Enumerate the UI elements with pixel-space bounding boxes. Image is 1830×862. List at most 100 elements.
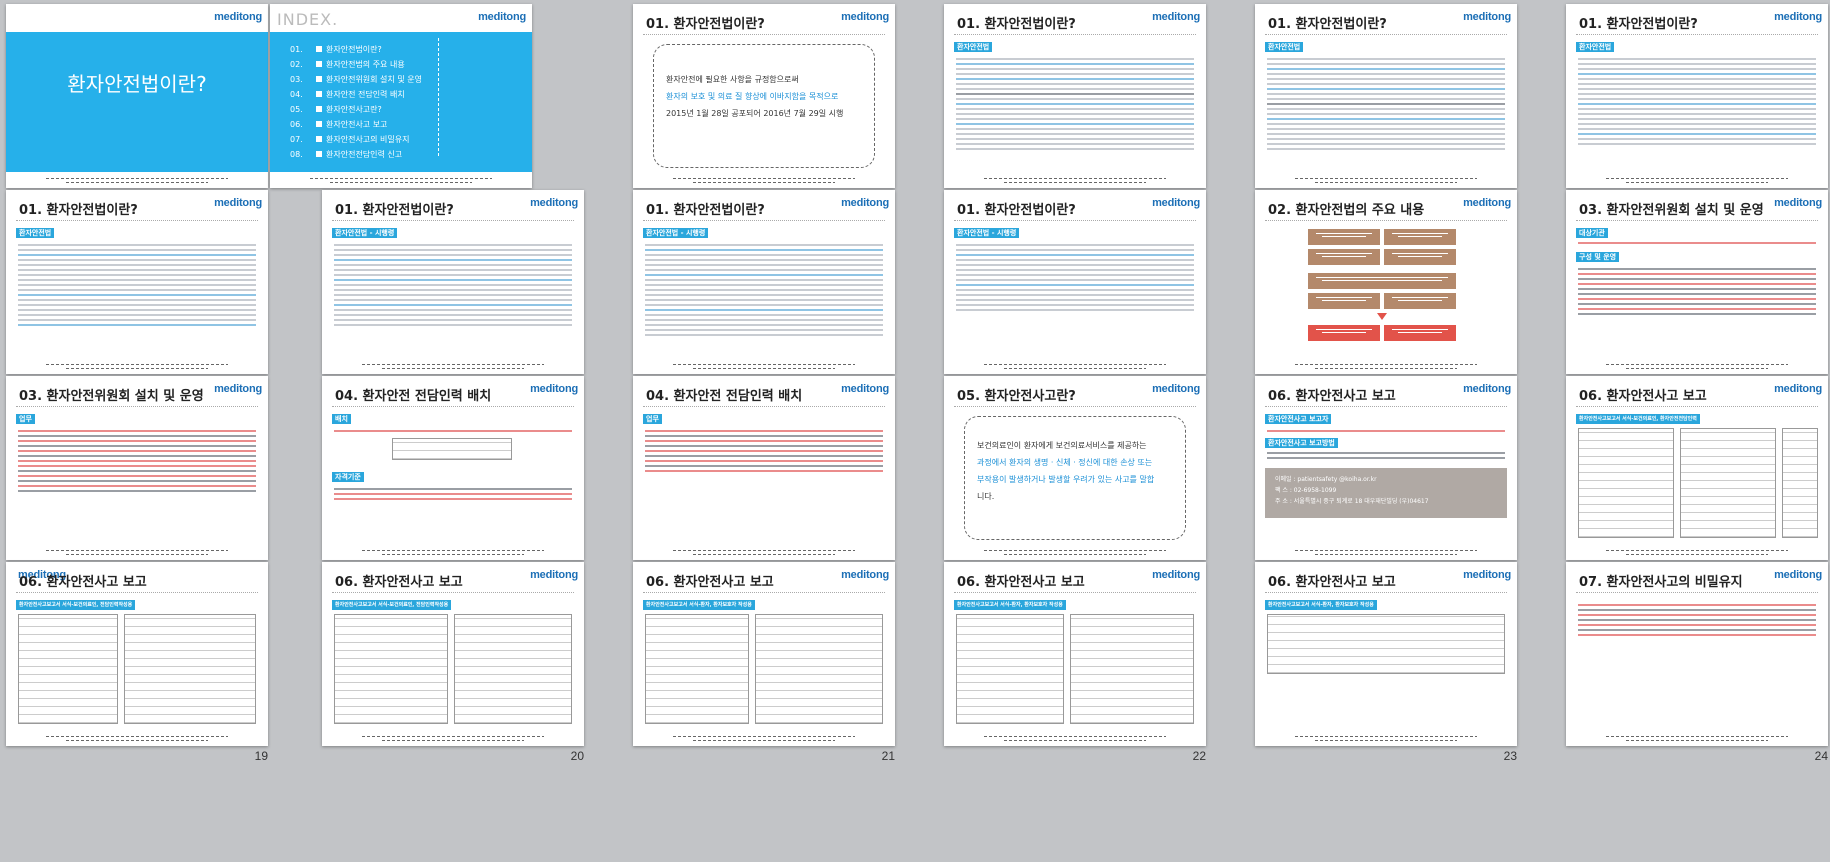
logo: meditong xyxy=(1774,11,1822,23)
index-item: 07. 환자안전사고의 비밀유지 xyxy=(290,135,410,144)
slide-title: 03. 환자안전위원회 설치 및 운영 xyxy=(1579,203,1764,218)
slide-number: 24 xyxy=(1814,749,1828,763)
section-tag: 환자안전사고 보고방법 xyxy=(1265,438,1338,448)
contact-email: 이메일 : patientsafety @koiha.or.kr xyxy=(1275,476,1377,483)
slide-thumbnail-10[interactable]: 01. 환자안전법이란? meditong 환자안전법 - 시행령 10 xyxy=(938,186,1206,392)
index-item: 02. 환자안전법의 주요 내용 xyxy=(290,60,405,69)
slide-title: 01. 환자안전법이란? xyxy=(957,203,1076,218)
logo: meditong xyxy=(1152,569,1200,581)
index-item: 06. 환자안전사고 보고 xyxy=(290,120,388,129)
index-item: 03. 환자안전위원회 설치 및 운영 xyxy=(290,75,422,84)
logo: meditong xyxy=(841,569,889,581)
logo: meditong xyxy=(1152,383,1200,395)
slide-title: 01. 환자안전법이란? xyxy=(957,17,1076,32)
section-tag: 환자안전법 - 시행령 xyxy=(332,228,398,238)
index-item: 04. 환자안전 전담인력 배치 xyxy=(290,90,405,99)
slide-title: 06. 환자안전사고 보고 xyxy=(1579,389,1707,404)
logo: meditong xyxy=(1463,383,1511,395)
logo: meditong xyxy=(530,197,578,209)
index-heading: INDEX. xyxy=(277,10,339,29)
section-tag: 환자안전사고보고서 서식-보건의료인, 환자안전전담인력 xyxy=(1576,414,1700,424)
contact-fax: 팩 스 : 02-6958-1099 xyxy=(1275,487,1337,494)
slide-body: 환자안전에 필요한 사항을 규정함으로써 환자의 보호 및 의료 질 향상에 이… xyxy=(666,75,844,118)
slide-title: 06. 환자안전사고 보고 xyxy=(19,575,147,590)
contact-box: 이메일 : patientsafety @koiha.or.kr 팩 스 : 0… xyxy=(1265,468,1507,518)
logo: meditong xyxy=(1774,197,1822,209)
slide-thumbnail-3[interactable]: 01. 환자안전법이란? meditong 환자안전에 필요한 사항을 규정함으… xyxy=(627,0,895,206)
logo: meditong xyxy=(1152,11,1200,23)
slide-title: 06. 환자안전사고 보고 xyxy=(1268,575,1396,590)
slide-thumbnail-18[interactable]: 06. 환자안전사고 보고 meditong 환자안전사고보고서 서식-보건의료… xyxy=(1560,372,1828,578)
section-tag: 업무 xyxy=(643,414,662,424)
section-tag: 환자안전사고보고서 서식-보건의료인, 전담인력작성용 xyxy=(16,600,136,610)
slide-thumbnail-23[interactable]: 06. 환자안전사고 보고 meditong 환자안전사고보고서 서식-환자, … xyxy=(1249,558,1517,764)
slide-thumbnail-21[interactable]: 06. 환자안전사고 보고 meditong 환자안전사고보고서 서식-환자, … xyxy=(627,558,895,764)
slide-number: 23 xyxy=(1503,749,1517,763)
section-tag: 환자안전법 - 시행령 xyxy=(643,228,709,238)
slide-thumbnail-13[interactable]: 03. 환자안전위원회 설치 및 운영 meditong 업무 13 xyxy=(0,372,268,578)
slide-title: 환자안전법이란? xyxy=(67,72,207,96)
section-tag: 환자안전법 xyxy=(954,42,993,52)
slide-thumbnail-16[interactable]: 05. 환자안전사고란? meditong 보건의료인이 환자에게 보건의료서비… xyxy=(938,372,1206,578)
section-tag: 대상기관 xyxy=(1576,228,1608,238)
logo: meditong xyxy=(214,11,262,23)
slide-title: 03. 환자안전위원회 설치 및 운영 xyxy=(19,389,204,404)
slide-title: 04. 환자안전 전담인력 배치 xyxy=(335,389,492,404)
logo: meditong xyxy=(530,569,578,581)
section-tag: 배치 xyxy=(332,414,351,424)
section-tag: 환자안전사고보고서 서식-환자, 환자보호자 작성용 xyxy=(643,600,755,610)
section-tag: 구성 및 운영 xyxy=(1576,252,1620,262)
slide-title: 07. 환자안전사고의 비밀유지 xyxy=(1579,575,1743,590)
logo: meditong xyxy=(1774,383,1822,395)
slide-thumbnail-15[interactable]: 04. 환자안전 전담인력 배치 meditong 업무 15 xyxy=(627,372,895,578)
section-tag: 환자안전법 xyxy=(1265,42,1304,52)
slide-thumbnail-1[interactable]: meditong 환자안전법이란? 1 xyxy=(0,0,268,206)
slide-title: 01. 환자안전법이란? xyxy=(1579,17,1698,32)
section-tag: 환자안전법 - 시행령 xyxy=(954,228,1020,238)
slide-thumbnail-6[interactable]: 01. 환자안전법이란? meditong 환자안전법 6 xyxy=(1560,0,1828,206)
logo: meditong xyxy=(1463,569,1511,581)
logo: meditong xyxy=(1774,569,1822,581)
slide-title: 06. 환자안전사고 보고 xyxy=(335,575,463,590)
contact-address: 주 소 : 서울특별시 중구 퇴계로 18 대우재단빌딩 (우)04617 xyxy=(1275,498,1429,505)
slide-thumbnail-7[interactable]: 01. 환자안전법이란? meditong 환자안전법 7 xyxy=(0,186,268,392)
logo: meditong xyxy=(478,11,526,23)
index-item: 05. 환자안전사고란? xyxy=(290,105,382,114)
slide-title: 01. 환자안전법이란? xyxy=(1268,17,1387,32)
slide-thumbnail-20[interactable]: 06. 환자안전사고 보고 meditong 환자안전사고보고서 서식-보건의료… xyxy=(316,558,584,764)
logo: meditong xyxy=(1463,197,1511,209)
slide-thumbnail-11[interactable]: 02. 환자안전법의 주요 내용 meditong 11 xyxy=(1249,186,1517,392)
section-tag: 환자안전사고 보고자 xyxy=(1265,414,1332,424)
slide-title: 01. 환자안전법이란? xyxy=(646,203,765,218)
section-tag: 업무 xyxy=(16,414,35,424)
logo: meditong xyxy=(841,383,889,395)
slide-thumbnail-12[interactable]: 03. 환자안전위원회 설치 및 운영 meditong 대상기관 구성 및 운… xyxy=(1560,186,1828,392)
section-tag: 환자안전법 xyxy=(1576,42,1615,52)
slide-number: 22 xyxy=(1192,749,1206,763)
slide-title: 05. 환자안전사고란? xyxy=(957,389,1076,404)
logo: meditong xyxy=(841,197,889,209)
slide-thumbnail-2[interactable]: INDEX. meditong 01. 환자안전법이란? 02. 환자안전법의 주요… xyxy=(264,0,532,206)
slide-title: 01. 환자안전법이란? xyxy=(646,17,765,32)
logo: meditong xyxy=(530,383,578,395)
section-tag: 환자안전사고보고서 서식-환자, 환자보호자 작성용 xyxy=(1265,600,1377,610)
slide-number: 19 xyxy=(254,749,268,763)
slide-thumbnail-17[interactable]: 06. 환자안전사고 보고 meditong 환자안전사고 보고자 환자안전사고… xyxy=(1249,372,1517,578)
slide-thumbnail-8[interactable]: 01. 환자안전법이란? meditong 환자안전법 - 시행령 8 xyxy=(316,186,584,392)
slide-title: 06. 환자안전사고 보고 xyxy=(646,575,774,590)
slide-thumbnail-14[interactable]: 04. 환자안전 전담인력 배치 meditong 배치 자격기준 14 xyxy=(316,372,584,578)
slide-title: 01. 환자안전법이란? xyxy=(335,203,454,218)
slide-thumbnail-24[interactable]: 07. 환자안전사고의 비밀유지 meditong 24 xyxy=(1560,558,1828,764)
slide-thumbnail-4[interactable]: 01. 환자안전법이란? meditong 환자안전법 4 xyxy=(938,0,1206,206)
section-tag: 자격기준 xyxy=(332,472,364,482)
slide-title: 01. 환자안전법이란? xyxy=(19,203,138,218)
slide-sorter: meditong 환자안전법이란? 1 INDEX. meditong 01.환… xyxy=(0,0,1830,862)
slide-thumbnail-5[interactable]: 01. 환자안전법이란? meditong 환자안전법 5 xyxy=(1249,0,1517,206)
slide-thumbnail-19[interactable]: meditong 06. 환자안전사고 보고 환자안전사고보고서 서식-보건의료… xyxy=(0,558,268,764)
slide-body: 보건의료인이 환자에게 보건의료서비스를 제공하는 과정에서 환자의 생명 · … xyxy=(977,441,1155,501)
slide-thumbnail-9[interactable]: 01. 환자안전법이란? meditong 환자안전법 - 시행령 9 xyxy=(627,186,895,392)
slide-thumbnail-22[interactable]: 06. 환자안전사고 보고 meditong 환자안전사고보고서 서식-환자, … xyxy=(938,558,1206,764)
index-item: 01. 환자안전법이란? xyxy=(290,45,382,54)
section-tag: 환자안전법 xyxy=(16,228,55,238)
slide-title: 06. 환자안전사고 보고 xyxy=(1268,389,1396,404)
